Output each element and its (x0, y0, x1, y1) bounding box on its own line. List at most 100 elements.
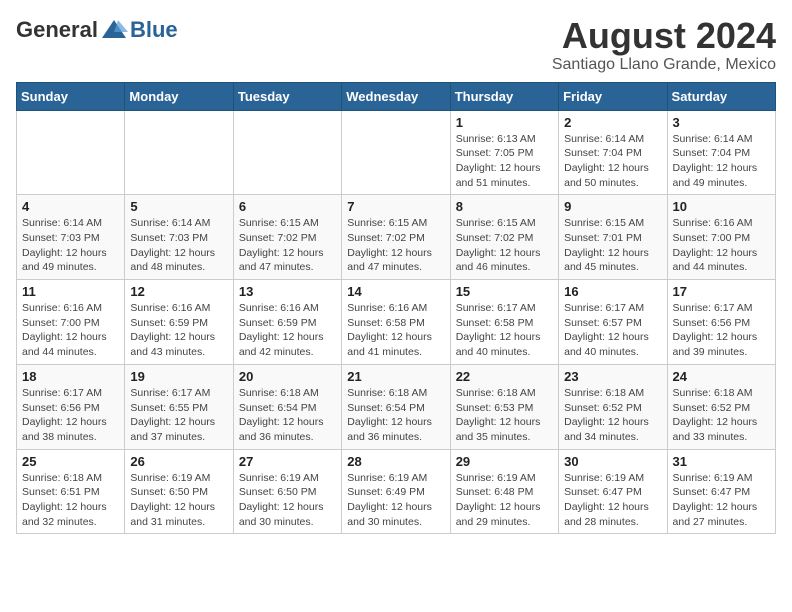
day-info: Sunrise: 6:17 AMSunset: 6:56 PMDaylight:… (673, 301, 770, 360)
logo-icon (100, 16, 128, 44)
day-number: 11 (22, 284, 119, 299)
day-info: Sunrise: 6:15 AMSunset: 7:01 PMDaylight:… (564, 216, 661, 275)
calendar-week-row: 25 Sunrise: 6:18 AMSunset: 6:51 PMDayligh… (17, 449, 776, 534)
day-number: 28 (347, 454, 444, 469)
day-info: Sunrise: 6:18 AMSunset: 6:51 PMDaylight:… (22, 471, 119, 530)
calendar-cell: 11 Sunrise: 6:16 AMSunset: 7:00 PMDayligh… (17, 280, 125, 365)
calendar-week-row: 18 Sunrise: 6:17 AMSunset: 6:56 PMDayligh… (17, 364, 776, 449)
calendar-cell (233, 110, 341, 195)
day-info: Sunrise: 6:14 AMSunset: 7:04 PMDaylight:… (673, 132, 770, 191)
calendar-cell: 15 Sunrise: 6:17 AMSunset: 6:58 PMDayligh… (450, 280, 558, 365)
calendar-cell: 25 Sunrise: 6:18 AMSunset: 6:51 PMDayligh… (17, 449, 125, 534)
logo-blue-text: Blue (130, 17, 178, 43)
day-info: Sunrise: 6:18 AMSunset: 6:54 PMDaylight:… (347, 386, 444, 445)
day-number: 25 (22, 454, 119, 469)
day-info: Sunrise: 6:13 AMSunset: 7:05 PMDaylight:… (456, 132, 553, 191)
calendar-table: SundayMondayTuesdayWednesdayThursdayFrid… (16, 82, 776, 535)
day-info: Sunrise: 6:19 AMSunset: 6:49 PMDaylight:… (347, 471, 444, 530)
calendar-cell: 13 Sunrise: 6:16 AMSunset: 6:59 PMDayligh… (233, 280, 341, 365)
day-info: Sunrise: 6:17 AMSunset: 6:58 PMDaylight:… (456, 301, 553, 360)
logo: General Blue (16, 16, 178, 44)
day-number: 27 (239, 454, 336, 469)
day-number: 1 (456, 115, 553, 130)
logo-general-text: General (16, 17, 98, 43)
calendar-cell: 26 Sunrise: 6:19 AMSunset: 6:50 PMDayligh… (125, 449, 233, 534)
day-header-sunday: Sunday (17, 82, 125, 110)
day-header-wednesday: Wednesday (342, 82, 450, 110)
day-info: Sunrise: 6:17 AMSunset: 6:56 PMDaylight:… (22, 386, 119, 445)
calendar-cell: 10 Sunrise: 6:16 AMSunset: 7:00 PMDayligh… (667, 195, 775, 280)
calendar-cell: 6 Sunrise: 6:15 AMSunset: 7:02 PMDaylight… (233, 195, 341, 280)
calendar-cell: 30Sunrise: 6:19 AMSunset: 6:47 PMDayligh… (559, 449, 667, 534)
day-info: Sunrise: 6:16 AMSunset: 6:58 PMDaylight:… (347, 301, 444, 360)
day-number: 18 (22, 369, 119, 384)
day-number: 26 (130, 454, 227, 469)
day-info: Sunrise: 6:17 AMSunset: 6:57 PMDaylight:… (564, 301, 661, 360)
day-number: 12 (130, 284, 227, 299)
day-header-friday: Friday (559, 82, 667, 110)
calendar-cell: 29Sunrise: 6:19 AMSunset: 6:48 PMDayligh… (450, 449, 558, 534)
location-subtitle: Santiago Llano Grande, Mexico (552, 56, 776, 74)
day-number: 20 (239, 369, 336, 384)
day-number: 23 (564, 369, 661, 384)
day-number: 9 (564, 199, 661, 214)
day-info: Sunrise: 6:15 AMSunset: 7:02 PMDaylight:… (239, 216, 336, 275)
day-number: 29 (456, 454, 553, 469)
day-number: 10 (673, 199, 770, 214)
day-info: Sunrise: 6:19 AMSunset: 6:50 PMDaylight:… (130, 471, 227, 530)
calendar-cell: 23Sunrise: 6:18 AMSunset: 6:52 PMDayligh… (559, 364, 667, 449)
day-info: Sunrise: 6:15 AMSunset: 7:02 PMDaylight:… (347, 216, 444, 275)
day-number: 24 (673, 369, 770, 384)
day-info: Sunrise: 6:16 AMSunset: 6:59 PMDaylight:… (239, 301, 336, 360)
day-number: 21 (347, 369, 444, 384)
page-header: General Blue August 2024 Santiago Llano … (16, 16, 776, 74)
day-number: 4 (22, 199, 119, 214)
day-number: 15 (456, 284, 553, 299)
calendar-cell: 14Sunrise: 6:16 AMSunset: 6:58 PMDayligh… (342, 280, 450, 365)
month-year-title: August 2024 (552, 16, 776, 56)
calendar-cell: 2Sunrise: 6:14 AMSunset: 7:04 PMDaylight… (559, 110, 667, 195)
calendar-cell: 4 Sunrise: 6:14 AMSunset: 7:03 PMDaylight… (17, 195, 125, 280)
calendar-cell: 7 Sunrise: 6:15 AMSunset: 7:02 PMDaylight… (342, 195, 450, 280)
calendar-week-row: 11 Sunrise: 6:16 AMSunset: 7:00 PMDayligh… (17, 280, 776, 365)
day-header-saturday: Saturday (667, 82, 775, 110)
calendar-cell: 17 Sunrise: 6:17 AMSunset: 6:56 PMDayligh… (667, 280, 775, 365)
title-block: August 2024 Santiago Llano Grande, Mexic… (552, 16, 776, 74)
calendar-cell: 22Sunrise: 6:18 AMSunset: 6:53 PMDayligh… (450, 364, 558, 449)
day-info: Sunrise: 6:14 AMSunset: 7:03 PMDaylight:… (130, 216, 227, 275)
calendar-cell: 9 Sunrise: 6:15 AMSunset: 7:01 PMDaylight… (559, 195, 667, 280)
calendar-cell: 18 Sunrise: 6:17 AMSunset: 6:56 PMDayligh… (17, 364, 125, 449)
day-info: Sunrise: 6:14 AMSunset: 7:04 PMDaylight:… (564, 132, 661, 191)
calendar-header-row: SundayMondayTuesdayWednesdayThursdayFrid… (17, 82, 776, 110)
day-info: Sunrise: 6:18 AMSunset: 6:52 PMDaylight:… (673, 386, 770, 445)
calendar-cell: 24 Sunrise: 6:18 AMSunset: 6:52 PMDayligh… (667, 364, 775, 449)
calendar-cell: 8Sunrise: 6:15 AMSunset: 7:02 PMDaylight… (450, 195, 558, 280)
day-header-tuesday: Tuesday (233, 82, 341, 110)
calendar-cell: 20 Sunrise: 6:18 AMSunset: 6:54 PMDayligh… (233, 364, 341, 449)
calendar-week-row: 1 Sunrise: 6:13 AMSunset: 7:05 PMDaylight… (17, 110, 776, 195)
day-number: 13 (239, 284, 336, 299)
calendar-cell: 21 Sunrise: 6:18 AMSunset: 6:54 PMDayligh… (342, 364, 450, 449)
calendar-cell: 28 Sunrise: 6:19 AMSunset: 6:49 PMDayligh… (342, 449, 450, 534)
day-info: Sunrise: 6:18 AMSunset: 6:54 PMDaylight:… (239, 386, 336, 445)
calendar-cell (17, 110, 125, 195)
day-number: 17 (673, 284, 770, 299)
day-info: Sunrise: 6:17 AMSunset: 6:55 PMDaylight:… (130, 386, 227, 445)
calendar-cell: 27 Sunrise: 6:19 AMSunset: 6:50 PMDayligh… (233, 449, 341, 534)
day-number: 31 (673, 454, 770, 469)
day-number: 8 (456, 199, 553, 214)
day-number: 7 (347, 199, 444, 214)
calendar-cell: 19Sunrise: 6:17 AMSunset: 6:55 PMDayligh… (125, 364, 233, 449)
day-header-thursday: Thursday (450, 82, 558, 110)
day-number: 6 (239, 199, 336, 214)
day-info: Sunrise: 6:19 AMSunset: 6:50 PMDaylight:… (239, 471, 336, 530)
day-info: Sunrise: 6:16 AMSunset: 7:00 PMDaylight:… (673, 216, 770, 275)
day-header-monday: Monday (125, 82, 233, 110)
day-number: 22 (456, 369, 553, 384)
day-info: Sunrise: 6:16 AMSunset: 6:59 PMDaylight:… (130, 301, 227, 360)
day-number: 5 (130, 199, 227, 214)
day-info: Sunrise: 6:14 AMSunset: 7:03 PMDaylight:… (22, 216, 119, 275)
calendar-cell: 5 Sunrise: 6:14 AMSunset: 7:03 PMDaylight… (125, 195, 233, 280)
day-number: 16 (564, 284, 661, 299)
day-info: Sunrise: 6:16 AMSunset: 7:00 PMDaylight:… (22, 301, 119, 360)
